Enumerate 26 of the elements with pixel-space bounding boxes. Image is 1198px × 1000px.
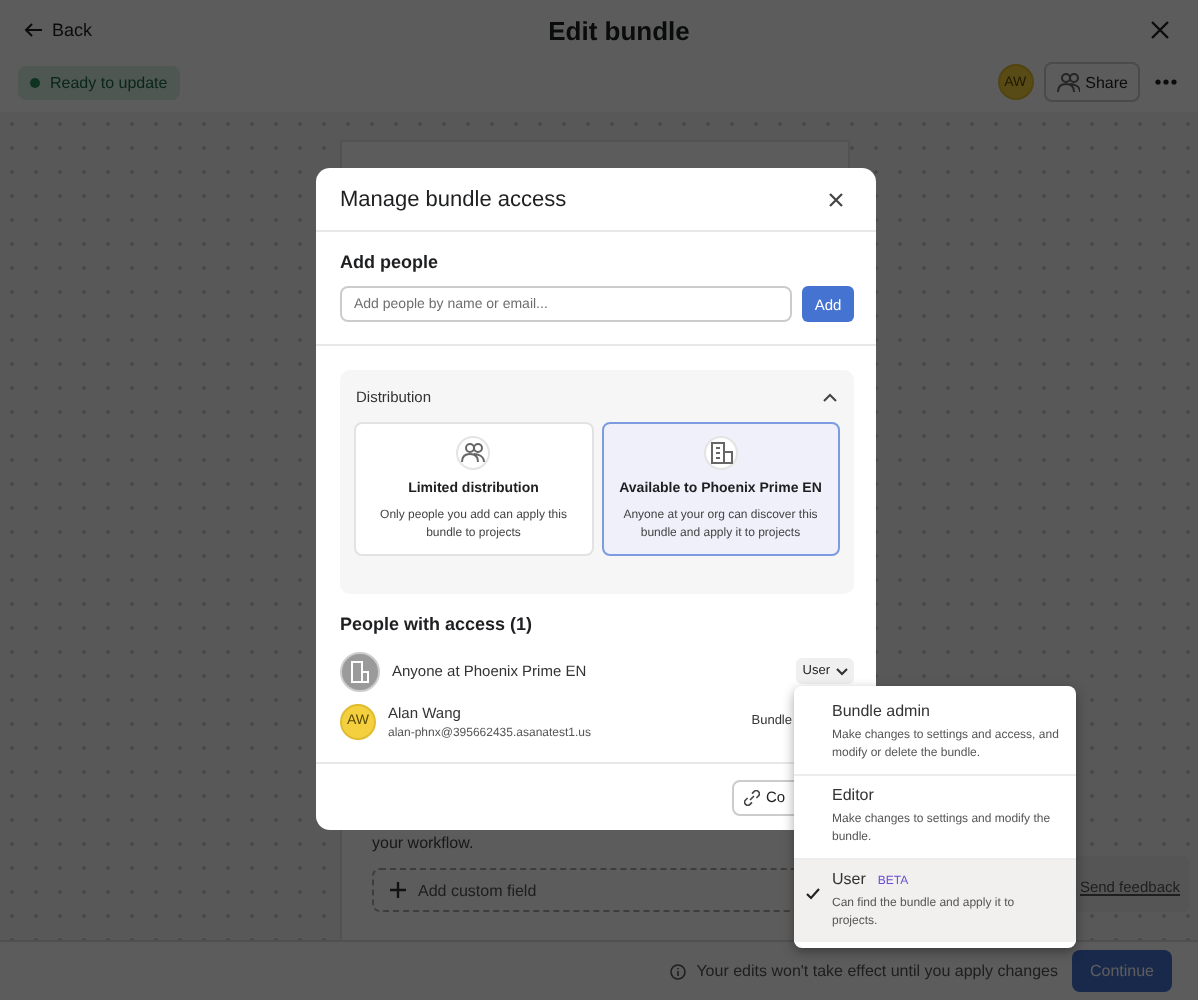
- chevron-down-icon: [836, 667, 848, 675]
- description-text: your workflow.: [372, 834, 476, 852]
- plus-icon: [390, 882, 406, 898]
- menu-item-title: User: [832, 870, 866, 888]
- people-icon: [1055, 70, 1080, 94]
- link-icon: [744, 789, 760, 805]
- dialog-title: Manage bundle access: [340, 187, 567, 211]
- menu-item-title: Bundle admin: [832, 702, 930, 720]
- menu-item-title: Editor: [832, 786, 874, 804]
- back-arrow-icon: [24, 22, 44, 38]
- more-icon: [1154, 78, 1178, 86]
- close-button[interactable]: [824, 187, 848, 211]
- building-icon: [350, 659, 370, 683]
- building-icon: [707, 440, 734, 466]
- people-icon: [460, 440, 487, 466]
- close-icon: [1149, 20, 1170, 40]
- info-icon: [670, 963, 687, 979]
- info-text: Your edits won't take effect until you apply changes: [696, 962, 1058, 980]
- section-label: Add people: [340, 252, 440, 272]
- status-dot-icon: [30, 77, 40, 87]
- check-icon: [806, 888, 820, 900]
- page-title: Edit bundle: [548, 15, 690, 45]
- status-text: Ready to update: [50, 73, 168, 91]
- close-icon: [828, 191, 844, 207]
- more-button[interactable]: [1150, 74, 1182, 90]
- section-label: People with access (1): [340, 614, 535, 634]
